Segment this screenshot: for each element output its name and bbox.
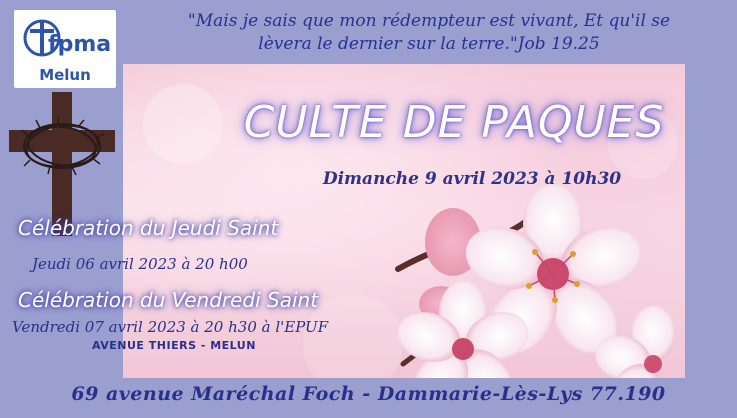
event-date-jeudi: Jeudi 06 avril 2023 à 20 h00 bbox=[32, 255, 248, 273]
page-title: CULTE DE PAQUES bbox=[243, 97, 665, 148]
quote-line-1: "Mais je sais que mon rédempteur est viv… bbox=[187, 11, 671, 31]
logo-city: Melun bbox=[39, 66, 91, 84]
fpma-logo: fpma Melun bbox=[14, 10, 116, 88]
event-title-vendredi: Célébration du Vendredi Saint bbox=[18, 288, 319, 312]
fpma-logo-icon: fpma bbox=[23, 19, 110, 57]
main-event-date: Dimanche 9 avril 2023 à 10h30 bbox=[322, 169, 622, 189]
event-title-jeudi: Célébration du Jeudi Saint bbox=[18, 216, 279, 240]
bible-quote: "Mais je sais que mon rédempteur est viv… bbox=[124, 10, 734, 56]
logo-letters: fpma bbox=[48, 32, 110, 57]
event-date-vendredi: Vendredi 07 avril 2023 à 20 h30 à l'EPUF bbox=[12, 318, 329, 336]
easter-poster: fpma Melun "Mais je sais que mon rédempt… bbox=[0, 0, 737, 418]
venue-address: AVENUE THIERS - MELUN bbox=[92, 339, 256, 352]
footer-address: 69 avenue Maréchal Foch - Dammarie-Lès-L… bbox=[71, 383, 666, 405]
quote-line-2: lèvera le dernier sur la terre."Job 19.2… bbox=[258, 34, 600, 54]
